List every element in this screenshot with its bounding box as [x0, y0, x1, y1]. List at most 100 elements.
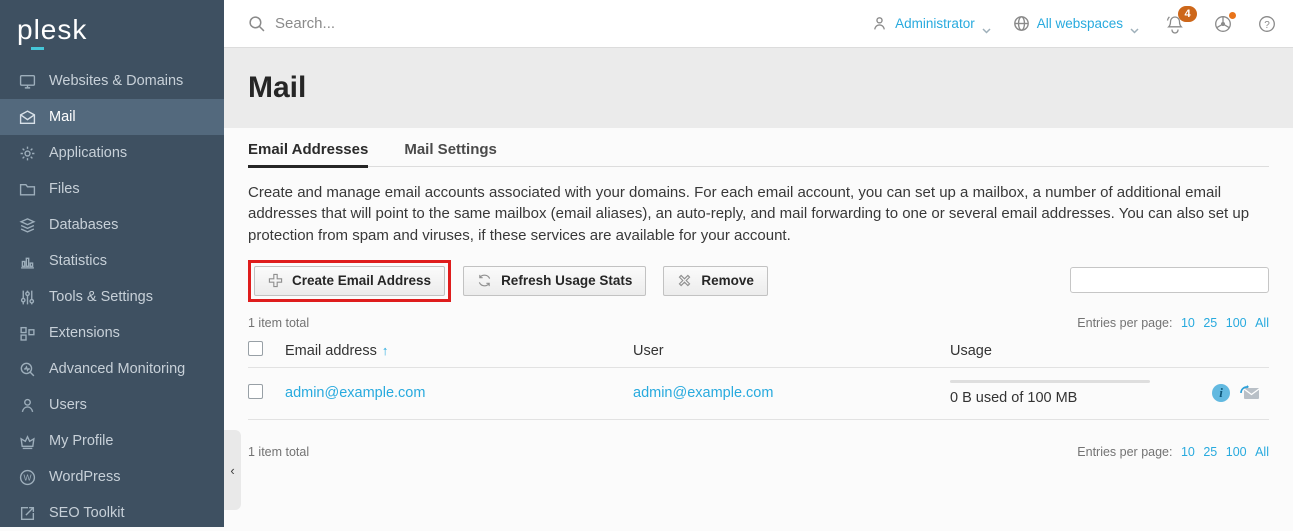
create-email-address-button[interactable]: Create Email Address: [254, 266, 445, 296]
monitoring-magnifier-icon: [18, 360, 36, 378]
page-size-10[interactable]: 10: [1181, 445, 1195, 459]
column-header-label: User: [633, 343, 664, 359]
tab-label: Mail Settings: [404, 141, 497, 158]
list-meta-bottom: 1 item total Entries per page: 10 25 100…: [248, 445, 1269, 459]
page-size-10[interactable]: 10: [1181, 316, 1195, 330]
notifications-bell[interactable]: 4: [1165, 14, 1185, 34]
external-arrow-icon: [18, 504, 36, 522]
sidebar-item-label: WordPress: [49, 469, 120, 485]
entries-per-page-label: Entries per page:: [1077, 445, 1172, 459]
globe-icon: [1013, 15, 1030, 32]
column-header-label: Email address: [285, 343, 377, 359]
button-label: Refresh Usage Stats: [501, 273, 632, 288]
entries-per-page: Entries per page: 10 25 100 All: [1077, 316, 1269, 330]
wordpress-icon: W: [18, 468, 36, 486]
gear-icon: [18, 144, 36, 162]
user-link[interactable]: admin@example.com: [633, 385, 773, 401]
webspaces-menu-label: All webspaces: [1037, 16, 1123, 31]
sidebar-item-applications[interactable]: Applications: [0, 135, 224, 171]
entries-per-page-label: Entries per page:: [1077, 316, 1172, 330]
email-address-link[interactable]: admin@example.com: [285, 385, 425, 401]
sort-ascending-icon: ↑: [382, 343, 389, 358]
user-icon: [871, 15, 888, 32]
select-all-checkbox[interactable]: [248, 341, 263, 356]
column-header-email[interactable]: Email address ↑: [285, 343, 633, 359]
column-header-user[interactable]: User: [633, 343, 950, 359]
sidebar-item-label: Extensions: [49, 325, 120, 341]
page-size-all[interactable]: All: [1255, 316, 1269, 330]
sidebar-item-extensions[interactable]: Extensions: [0, 315, 224, 351]
monitor-icon: [18, 72, 36, 90]
page-size-100[interactable]: 100: [1226, 316, 1247, 330]
sidebar-item-label: Websites & Domains: [49, 73, 183, 89]
list-filter-search-input[interactable]: [1071, 268, 1262, 292]
webspaces-menu[interactable]: All webspaces: [1013, 15, 1139, 32]
help-menu[interactable]: ?: [1257, 14, 1277, 34]
toolbar: Create Email Address Refresh Usage Stats…: [248, 259, 1269, 303]
list-meta-top: 1 item total Entries per page: 10 25 100…: [248, 316, 1269, 330]
sidebar-item-databases[interactable]: Databases: [0, 207, 224, 243]
sidebar-collapse-handle[interactable]: ‹: [224, 430, 241, 510]
tab-email-addresses[interactable]: Email Addresses: [248, 141, 368, 166]
row-checkbox[interactable]: [248, 384, 263, 399]
column-header-usage[interactable]: Usage: [950, 343, 1269, 359]
sidebar-item-seo-toolkit[interactable]: SEO Toolkit: [0, 495, 224, 531]
tab-mail-settings[interactable]: Mail Settings: [404, 141, 497, 166]
items-total: 1 item total: [248, 316, 309, 330]
list-filter-search[interactable]: [1070, 267, 1269, 293]
sidebar-item-websites-domains[interactable]: Websites & Domains: [0, 63, 224, 99]
annotation-highlight-box: Create Email Address: [248, 260, 451, 302]
usage-meter: 0 B used of 100 MB: [950, 380, 1150, 406]
user-menu[interactable]: Administrator: [871, 15, 991, 32]
search-icon: [248, 15, 265, 32]
notifications-count-badge: 4: [1178, 6, 1197, 22]
refresh-usage-stats-button[interactable]: Refresh Usage Stats: [463, 266, 646, 296]
page-size-25[interactable]: 25: [1203, 445, 1217, 459]
user-icon: [18, 396, 36, 414]
page-size-100[interactable]: 100: [1226, 445, 1247, 459]
sidebar-item-files[interactable]: Files: [0, 171, 224, 207]
sidebar-item-tools-settings[interactable]: Tools & Settings: [0, 279, 224, 315]
webmail-icon[interactable]: [1239, 384, 1261, 402]
tab-label: Email Addresses: [248, 141, 368, 158]
sidebar-item-label: Mail: [49, 109, 76, 125]
sidebar-item-users[interactable]: Users: [0, 387, 224, 423]
button-label: Remove: [701, 273, 754, 288]
global-search[interactable]: [248, 15, 871, 32]
page-size-25[interactable]: 25: [1203, 316, 1217, 330]
plesk-logo-text: plesk: [17, 14, 87, 45]
bar-chart-icon: [18, 252, 36, 270]
sidebar-item-advanced-monitoring[interactable]: Advanced Monitoring: [0, 351, 224, 387]
community-menu[interactable]: [1213, 14, 1233, 34]
global-search-input[interactable]: [275, 15, 575, 32]
sidebar-item-label: Statistics: [49, 253, 107, 269]
chevron-left-icon: ‹: [230, 463, 234, 478]
sidebar-item-mail[interactable]: Mail: [0, 99, 224, 135]
sidebar-item-label: SEO Toolkit: [49, 505, 125, 521]
sidebar-item-my-profile[interactable]: My Profile: [0, 423, 224, 459]
sidebar-item-statistics[interactable]: Statistics: [0, 243, 224, 279]
sidebar-item-wordpress[interactable]: W WordPress: [0, 459, 224, 495]
blocks-icon: [18, 324, 36, 342]
user-menu-label: Administrator: [895, 16, 975, 31]
topbar-right: Administrator All webspaces 4 ?: [871, 14, 1277, 34]
sidebar-item-label: Databases: [49, 217, 118, 233]
sidebar-item-label: Advanced Monitoring: [49, 361, 185, 377]
page-size-all[interactable]: All: [1255, 445, 1269, 459]
sliders-icon: [18, 288, 36, 306]
plesk-logo[interactable]: plesk: [0, 0, 224, 63]
remove-button[interactable]: Remove: [663, 266, 768, 296]
page-description: Create and manage email accounts associa…: [248, 182, 1269, 246]
x-icon: [677, 273, 692, 288]
usage-progress-bar: [950, 380, 1150, 383]
mail-icon: [18, 108, 36, 126]
refresh-icon: [477, 273, 492, 288]
plus-icon: [268, 273, 283, 288]
sidebar-item-label: Applications: [49, 145, 127, 161]
community-alert-dot: [1229, 12, 1236, 19]
crown-icon: [18, 432, 36, 450]
info-icon[interactable]: i: [1212, 384, 1230, 402]
sidebar: plesk Websites & Domains Mail Applicatio…: [0, 0, 224, 527]
sidebar-item-label: Tools & Settings: [49, 289, 153, 305]
row-actions: i: [1212, 384, 1261, 402]
